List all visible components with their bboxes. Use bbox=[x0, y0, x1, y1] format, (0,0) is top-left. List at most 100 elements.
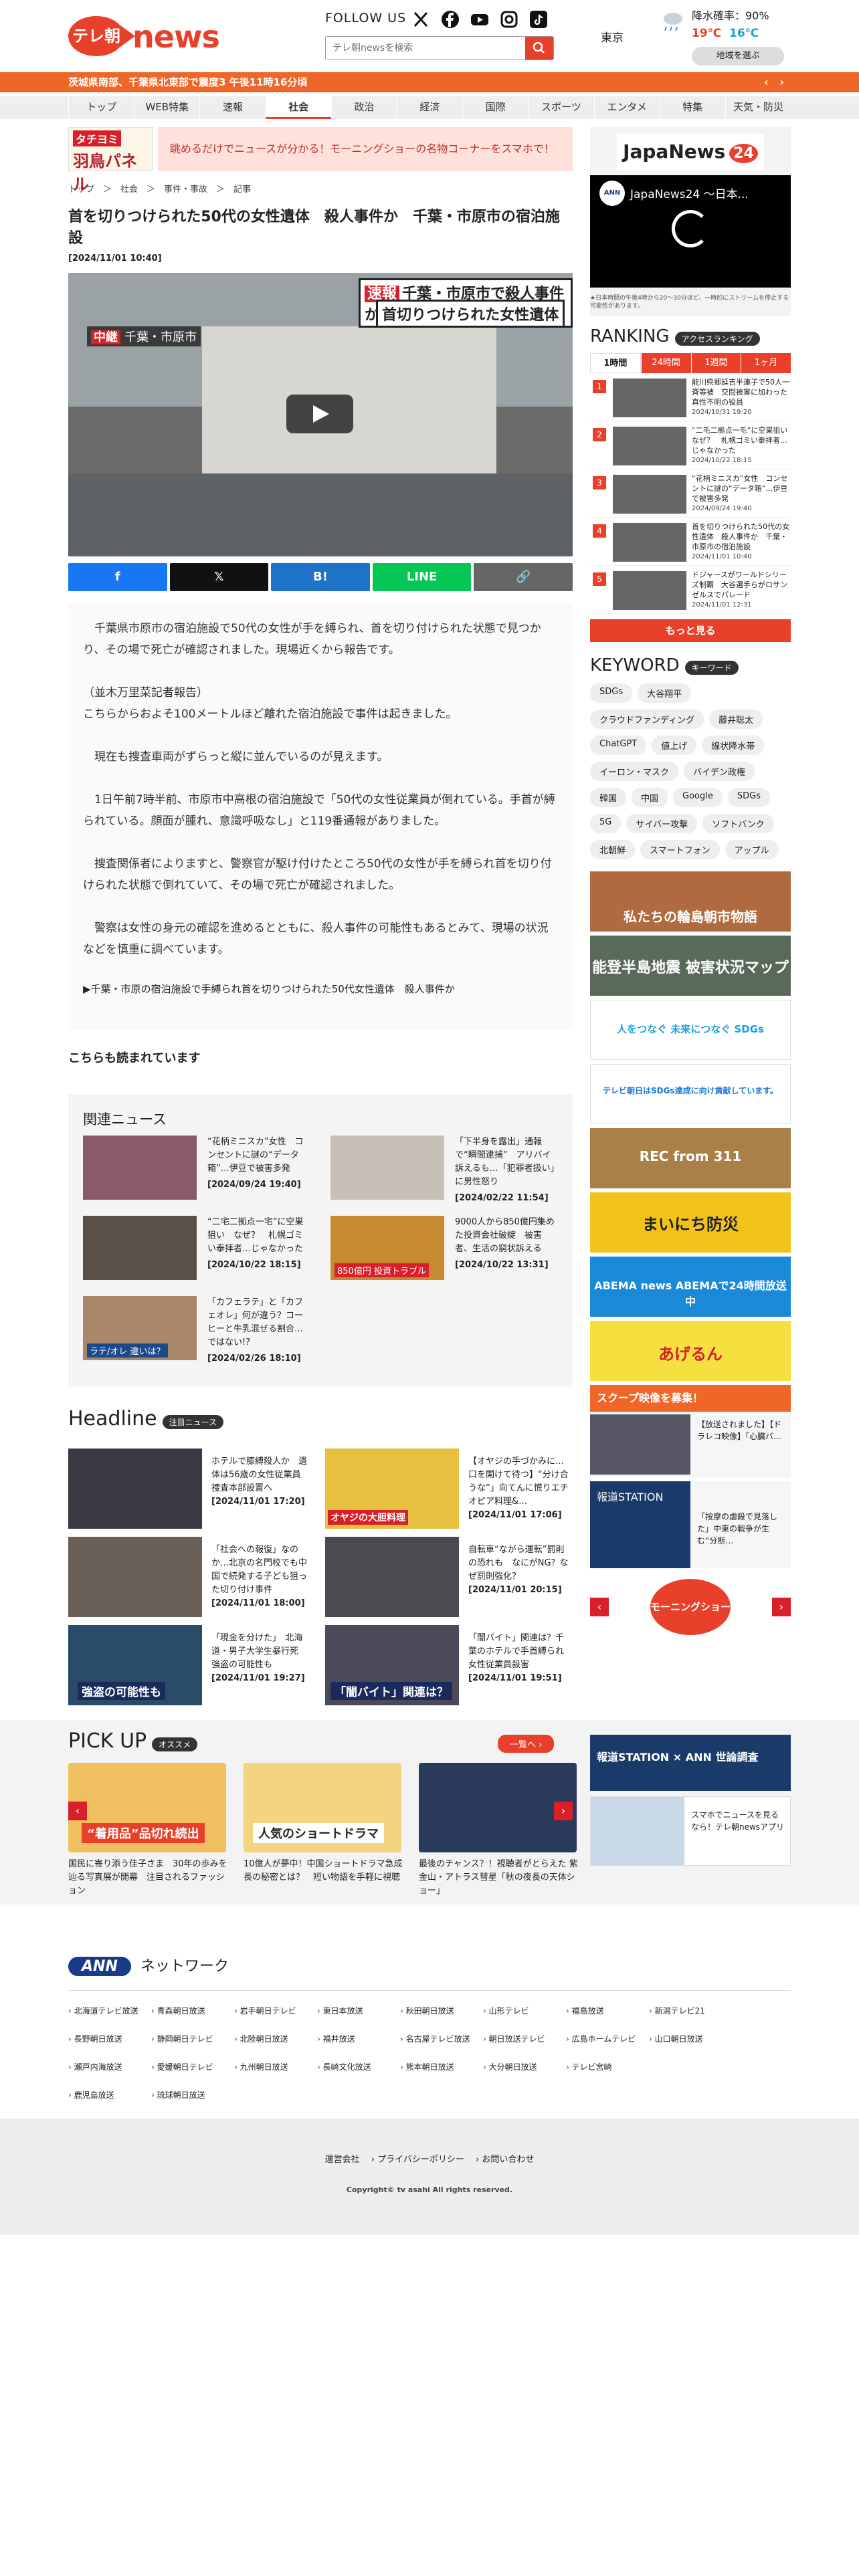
related-item[interactable]: ラテ/オレ 違いは？ 「カフェラテ」と「カフェオレ」何が違う？コーヒーと牛乳混ぜ… bbox=[83, 1296, 310, 1364]
region-select-button[interactable]: 地域を選ぶ bbox=[692, 47, 784, 66]
nav-tab[interactable]: 特集 bbox=[659, 96, 725, 119]
station-link[interactable]: 青森朝日放送 bbox=[151, 2005, 205, 2016]
station-link[interactable]: 北海道テレビ放送 bbox=[68, 2005, 138, 2016]
related-item[interactable]: “花柄ミニスカ”女性 コンセントに謎の“データ箱”…伊豆で被害多発 [2024/0… bbox=[83, 1136, 310, 1200]
pickup-all-button[interactable]: 一覧へ › bbox=[498, 1735, 555, 1753]
station-link[interactable]: 長野朝日放送 bbox=[68, 2033, 122, 2044]
banner-wajima[interactable]: 私たちの輪島朝市物語 bbox=[590, 871, 791, 932]
keyword-tag[interactable]: アップル bbox=[725, 840, 779, 859]
banner-station[interactable]: 報道STATION 「按摩の虐殺で見落した」中東の戦争が生む“分断… bbox=[590, 1481, 791, 1568]
keyword-tag[interactable]: サイバー攻撃 bbox=[626, 814, 698, 833]
search-input[interactable] bbox=[326, 37, 524, 60]
search-button[interactable] bbox=[525, 37, 553, 60]
keyword-tag[interactable]: 中国 bbox=[632, 788, 668, 807]
station-link[interactable]: 福島放送 bbox=[566, 2005, 604, 2016]
keyword-tag[interactable]: クラウドファンディング bbox=[590, 710, 704, 729]
video-player[interactable]: 速報 千葉・市原市で殺人事件か 首切りつけられた女性遺体 中継 千葉・市原市 bbox=[68, 273, 573, 556]
banner-damage-map[interactable]: 能登半島地震 被害状況マップ bbox=[590, 936, 791, 996]
ranking-item[interactable]: 4 首を切りつけられた50代の女性遺体 殺人事件か 千葉・市原市の宿泊施設 2024… bbox=[590, 518, 791, 566]
ranking-item[interactable]: 5 ドジャースがワールドシリーズ制覇 大谷選手らがロサンゼルスでパレード 2024/… bbox=[590, 566, 791, 614]
footer-link[interactable]: お問い合わせ bbox=[482, 2155, 534, 2165]
article-bottom-link[interactable]: ▶千葉・市原の宿泊施設で手縛られ首を切りつけられた50代女性遺体 殺人事件か bbox=[83, 982, 455, 996]
ranking-more-button[interactable]: もっと見る bbox=[590, 619, 791, 642]
keyword-tag[interactable]: 韓国 bbox=[590, 788, 627, 807]
banner-abema[interactable]: ABEMA news ABEMAで24時間放送中 bbox=[590, 1257, 791, 1317]
ranking-tab[interactable]: 24時間 bbox=[640, 353, 691, 373]
headline-item[interactable]: 強盗の可能性も 「現金を分けた」 北海道・男子大学生暴行死 強盗の可能性も [202… bbox=[68, 1625, 316, 1705]
nav-tab[interactable]: WEB特集 bbox=[134, 96, 199, 119]
banner-rec311[interactable]: REC from 311 bbox=[590, 1128, 791, 1188]
station-link[interactable]: 愛媛朝日テレビ bbox=[151, 2061, 213, 2072]
app-banner[interactable]: スマホでニュースを見るなら！テレ朝newsアプリ bbox=[590, 1796, 791, 1866]
station-link[interactable]: 広島ホームテレビ bbox=[566, 2033, 636, 2044]
promo-banner[interactable]: タチヨミ 羽鳥パネル 眺めるだけでニュースが分かる！モーニングショーの名物コーナ… bbox=[68, 127, 573, 194]
station-link[interactable]: 九州朝日放送 bbox=[234, 2061, 288, 2072]
footer-link[interactable]: 運営会社 bbox=[325, 2155, 360, 2165]
station-link[interactable]: 長崎文化放送 bbox=[317, 2061, 371, 2072]
station-link[interactable]: 鹿児島放送 bbox=[68, 2089, 114, 2101]
share-facebook-button[interactable]: f bbox=[68, 563, 167, 591]
station-link[interactable]: 北陸朝日放送 bbox=[234, 2033, 288, 2044]
breaking-arrows[interactable]: ‹ › bbox=[764, 72, 784, 92]
ranking-item[interactable]: 3 “花柄ミニスカ”女性 コンセントに謎の“データ箱”…伊豆で被害多発 2024/0… bbox=[590, 469, 791, 518]
station-link[interactable]: 朝日放送テレビ bbox=[483, 2033, 545, 2044]
station-link[interactable]: 東日本放送 bbox=[317, 2005, 363, 2016]
nav-tab[interactable]: 天気・防災 bbox=[725, 96, 791, 119]
pickup-next-button[interactable]: › bbox=[554, 1802, 573, 1820]
keyword-tag[interactable]: 5G bbox=[590, 814, 622, 833]
instagram-icon[interactable] bbox=[499, 9, 519, 29]
keyword-tag[interactable]: 北朝鮮 bbox=[590, 840, 636, 859]
station-link[interactable]: テレビ宮崎 bbox=[566, 2061, 612, 2072]
related-item[interactable]: 「下半身を露出」通報で“瞬間逮捕” アリバイ訴えるも…「犯罪者扱い」に男性怒り [… bbox=[330, 1136, 558, 1203]
keyword-tag[interactable]: 藤井聡太 bbox=[709, 710, 763, 729]
related-item[interactable]: “二宅二拠点一宅”に空巣狙い なぜ？ 札幌ゴミい泰拝者…じゃなかった [2024/… bbox=[83, 1216, 310, 1280]
keyword-tag[interactable]: スマートフォン bbox=[640, 840, 720, 859]
ranking-tab[interactable]: 1時間 bbox=[590, 353, 641, 373]
station-link[interactable]: 秋田朝日放送 bbox=[400, 2005, 454, 2016]
nav-tab[interactable]: スポーツ bbox=[528, 96, 593, 119]
youtube-icon[interactable] bbox=[470, 9, 490, 29]
share-hatena-button[interactable]: B! bbox=[271, 563, 370, 591]
keyword-tag[interactable]: 大谷翔平 bbox=[638, 683, 692, 703]
nav-tab[interactable]: 経済 bbox=[396, 96, 462, 119]
related-item[interactable]: 850億円 投資トラブル 9000人から850億円集めた投資会社破綻 被害者、生… bbox=[330, 1216, 558, 1280]
station-link[interactable]: 山口朝日放送 bbox=[649, 2033, 703, 2044]
carousel-next-button[interactable]: › bbox=[772, 1598, 791, 1616]
banner-scoop[interactable]: スクープ映像を募集！ 【放送されました】【ドラレコ映像】「心臓バ… bbox=[590, 1385, 791, 1477]
keyword-tag[interactable]: バイデン政権 bbox=[684, 762, 755, 781]
keyword-tag[interactable]: SDGs bbox=[590, 683, 633, 703]
facebook-icon[interactable] bbox=[440, 9, 460, 29]
nav-tab[interactable]: トップ bbox=[68, 96, 134, 119]
keyword-tag[interactable]: ソフトバンク bbox=[702, 814, 774, 833]
keyword-tag[interactable]: Google bbox=[673, 788, 723, 807]
station-link[interactable]: 静岡朝日テレビ bbox=[151, 2033, 213, 2044]
nav-tab[interactable]: 社会 bbox=[265, 96, 331, 119]
share-x-button[interactable]: 𝕏 bbox=[169, 563, 269, 591]
headline-item[interactable]: 「社会への報復」なのか…北京の名門校でも中国で続発する子ども狙った切り付け事件 [… bbox=[68, 1537, 316, 1617]
morning-show-logo[interactable]: モーニングショー bbox=[650, 1579, 731, 1635]
banner-bousai[interactable]: まいにち防災 bbox=[590, 1192, 791, 1253]
x-icon[interactable] bbox=[411, 9, 431, 29]
pickup-card[interactable] bbox=[419, 1763, 577, 1852]
headline-item[interactable]: 「闇バイト」関連は？ 「闇バイト」関連は？千葉のホテルで手首縛られ女性従業員殺害 [… bbox=[325, 1625, 573, 1705]
play-button[interactable] bbox=[286, 395, 353, 433]
nav-tab[interactable]: エンタメ bbox=[593, 96, 660, 119]
ranking-item[interactable]: 1 能川県郷延吉半連子で50人一斉等被 交問被害に加わった真性不明の役員 2024/… bbox=[590, 373, 791, 421]
nav-tab[interactable]: 政治 bbox=[330, 96, 397, 119]
station-link[interactable]: 新潟テレビ21 bbox=[649, 2005, 705, 2016]
keyword-tag[interactable]: SDGs bbox=[727, 788, 770, 807]
footer-link[interactable]: プライバシーポリシー bbox=[377, 2155, 464, 2165]
station-link[interactable]: 瀬戸内海放送 bbox=[68, 2061, 122, 2072]
poll-banner[interactable]: 報道STATION × ANN 世論調査 bbox=[590, 1735, 791, 1791]
headline-item[interactable]: 自転車“ながら運転”罰則の恐れも なにがNG？なぜ罰則強化？ [2024/11/0… bbox=[325, 1537, 573, 1617]
banner-sdgs-2[interactable]: テレビ朝日はSDGs達成に向け貢献しています。 bbox=[590, 1064, 791, 1124]
station-link[interactable]: 琉球朝日放送 bbox=[151, 2089, 205, 2101]
ranking-item[interactable]: 2 “二毛二拠点一毛”に空巣狙い なぜ？ 札幌ゴミい泰拝者…じゃなかった 2024/… bbox=[590, 421, 795, 469]
nav-tab[interactable]: 速報 bbox=[199, 96, 265, 119]
keyword-tag[interactable]: 線状降水帯 bbox=[702, 736, 765, 755]
live-stream-player[interactable]: ANN JapaNews24 ～日本... bbox=[590, 175, 791, 288]
share-line-button[interactable]: LINE bbox=[372, 563, 472, 591]
ranking-tab[interactable]: 1週間 bbox=[690, 353, 741, 373]
station-link[interactable]: 名古屋テレビ放送 bbox=[400, 2033, 470, 2044]
carousel-prev-button[interactable]: ‹ bbox=[590, 1598, 609, 1616]
